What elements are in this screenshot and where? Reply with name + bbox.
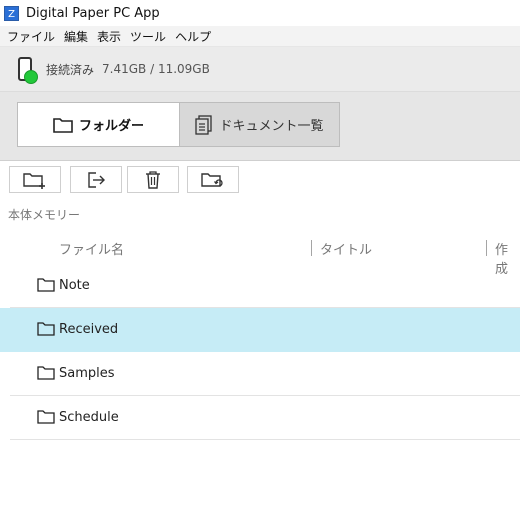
menu-help[interactable]: ヘルプ bbox=[175, 28, 211, 45]
menu-file[interactable]: ファイル bbox=[7, 28, 55, 45]
folder-icon bbox=[37, 410, 55, 424]
folder-name: Note bbox=[59, 278, 90, 293]
folder-name: Schedule bbox=[59, 410, 119, 425]
connection-status: 接続済み bbox=[46, 62, 95, 77]
folder-row-note[interactable]: Note bbox=[0, 264, 520, 308]
tab-document-list-label: ドキュメント一覧 bbox=[219, 119, 324, 134]
trash-icon bbox=[146, 170, 160, 189]
toolbar bbox=[0, 166, 520, 196]
folder-name: Received bbox=[59, 322, 119, 337]
storage-usage: 7.41GB / 11.09GB bbox=[102, 62, 210, 76]
title-bar: Z Digital Paper PC App bbox=[0, 0, 520, 26]
folder-icon bbox=[37, 322, 55, 336]
tab-document-list[interactable]: ドキュメント一覧 bbox=[180, 102, 340, 147]
storage-section-label: 本体メモリー bbox=[8, 208, 81, 222]
new-folder-button[interactable] bbox=[9, 166, 61, 193]
column-header-filename[interactable]: ファイル名 bbox=[59, 239, 124, 258]
sync-folder-icon bbox=[201, 172, 223, 187]
folder-name: Samples bbox=[59, 366, 115, 381]
tab-folder-label: フォルダー bbox=[78, 119, 144, 134]
folder-icon bbox=[37, 278, 55, 292]
menu-view[interactable]: 表示 bbox=[97, 28, 121, 45]
device-icon bbox=[18, 57, 38, 84]
menu-tools[interactable]: ツール bbox=[130, 28, 166, 45]
move-icon bbox=[88, 171, 105, 188]
folder-row-samples[interactable]: Samples bbox=[0, 352, 520, 396]
document-list-icon bbox=[195, 114, 213, 135]
connected-indicator-icon bbox=[24, 70, 38, 84]
column-separator[interactable] bbox=[311, 240, 312, 256]
window-title: Digital Paper PC App bbox=[26, 5, 160, 21]
move-button[interactable] bbox=[70, 166, 122, 193]
folder-row-schedule[interactable]: Schedule bbox=[0, 396, 520, 440]
app-logo-icon: Z bbox=[4, 5, 19, 21]
view-tabs: フォルダー ドキュメント一覧 bbox=[0, 91, 520, 161]
menu-edit[interactable]: 編集 bbox=[64, 28, 88, 45]
folder-icon bbox=[37, 366, 55, 380]
column-separator[interactable] bbox=[486, 240, 487, 256]
menu-bar: ファイル 編集 表示 ツール ヘルプ bbox=[0, 26, 520, 47]
column-header-title[interactable]: タイトル bbox=[320, 239, 372, 258]
delete-button[interactable] bbox=[127, 166, 179, 193]
tab-folder[interactable]: フォルダー bbox=[17, 102, 180, 147]
new-folder-icon bbox=[23, 172, 45, 189]
device-status-bar: 接続済み 7.41GB / 11.09GB bbox=[0, 47, 520, 91]
folder-row-received[interactable]: Received bbox=[0, 308, 520, 352]
folder-icon bbox=[53, 117, 73, 133]
sync-folder-button[interactable] bbox=[187, 166, 239, 193]
file-list-header: ファイル名 タイトル 作成 bbox=[0, 236, 520, 277]
row-divider bbox=[10, 439, 520, 440]
